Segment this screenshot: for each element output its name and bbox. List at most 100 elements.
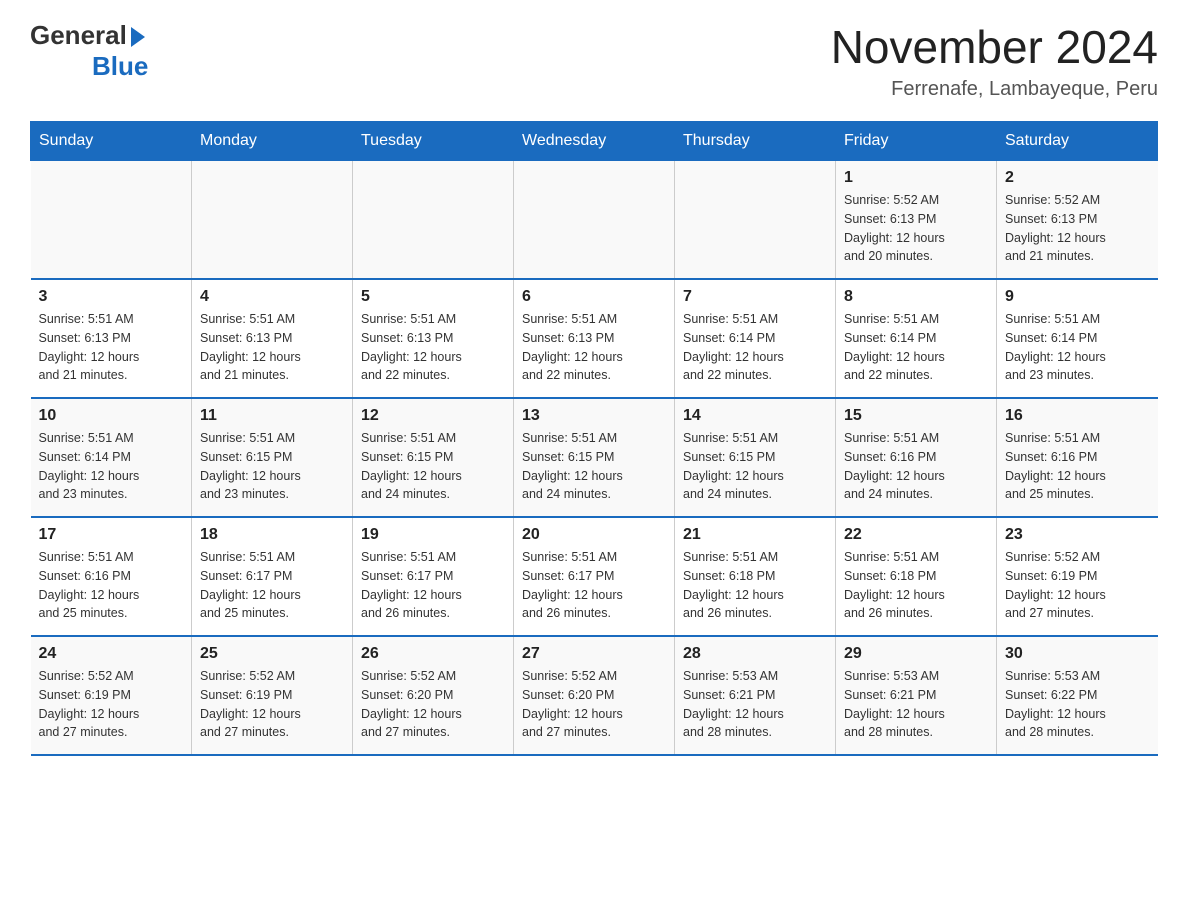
calendar-cell: 11 Sunrise: 5:51 AM Sunset: 6:15 PM Dayli… [192,398,353,517]
calendar-cell: 1 Sunrise: 5:52 AM Sunset: 6:13 PM Daylig… [836,161,997,280]
calendar-cell [192,161,353,280]
day-info: Sunrise: 5:51 AM Sunset: 6:13 PM Dayligh… [39,310,184,385]
day-info: Sunrise: 5:52 AM Sunset: 6:19 PM Dayligh… [1005,548,1150,623]
calendar-table: SundayMondayTuesdayWednesdayThursdayFrid… [30,121,1158,756]
calendar-cell: 7 Sunrise: 5:51 AM Sunset: 6:14 PM Daylig… [675,279,836,398]
day-number: 29 [844,645,988,663]
calendar-header-row: SundayMondayTuesdayWednesdayThursdayFrid… [31,122,1158,161]
day-number: 30 [1005,645,1150,663]
day-number: 15 [844,407,988,425]
calendar-cell: 28 Sunrise: 5:53 AM Sunset: 6:21 PM Dayli… [675,636,836,755]
day-number: 25 [200,645,344,663]
day-info: Sunrise: 5:51 AM Sunset: 6:17 PM Dayligh… [200,548,344,623]
calendar-cell [514,161,675,280]
calendar-cell: 5 Sunrise: 5:51 AM Sunset: 6:13 PM Daylig… [353,279,514,398]
day-of-week-header: Saturday [997,122,1158,161]
day-of-week-header: Thursday [675,122,836,161]
calendar-cell: 22 Sunrise: 5:51 AM Sunset: 6:18 PM Dayli… [836,517,997,636]
day-info: Sunrise: 5:52 AM Sunset: 6:20 PM Dayligh… [522,667,666,742]
logo-blue-text: Blue [92,51,148,82]
day-info: Sunrise: 5:51 AM Sunset: 6:14 PM Dayligh… [39,429,184,504]
day-info: Sunrise: 5:51 AM Sunset: 6:18 PM Dayligh… [844,548,988,623]
calendar-cell: 12Sunrise: 5:51 AM Sunset: 6:15 PM Dayli… [353,398,514,517]
day-number: 12 [361,407,505,425]
day-info: Sunrise: 5:51 AM Sunset: 6:14 PM Dayligh… [683,310,827,385]
calendar-subtitle: Ferrenafe, Lambayeque, Peru [831,78,1158,101]
day-number: 14 [683,407,827,425]
calendar-cell: 27 Sunrise: 5:52 AM Sunset: 6:20 PM Dayli… [514,636,675,755]
day-number: 6 [522,288,666,306]
day-number: 23 [1005,526,1150,544]
day-number: 20 [522,526,666,544]
day-info: Sunrise: 5:51 AM Sunset: 6:18 PM Dayligh… [683,548,827,623]
day-of-week-header: Wednesday [514,122,675,161]
day-info: Sunrise: 5:53 AM Sunset: 6:21 PM Dayligh… [844,667,988,742]
calendar-week-row: 3 Sunrise: 5:51 AM Sunset: 6:13 PM Daylig… [31,279,1158,398]
day-info: Sunrise: 5:51 AM Sunset: 6:13 PM Dayligh… [522,310,666,385]
day-info: Sunrise: 5:51 AM Sunset: 6:13 PM Dayligh… [361,310,505,385]
calendar-cell: 10 Sunrise: 5:51 AM Sunset: 6:14 PM Dayli… [31,398,192,517]
calendar-cell: 2Sunrise: 5:52 AM Sunset: 6:13 PM Daylig… [997,161,1158,280]
calendar-cell: 23 Sunrise: 5:52 AM Sunset: 6:19 PM Dayli… [997,517,1158,636]
calendar-cell [675,161,836,280]
day-number: 28 [683,645,827,663]
calendar-cell: 16 Sunrise: 5:51 AM Sunset: 6:16 PM Dayli… [997,398,1158,517]
day-info: Sunrise: 5:52 AM Sunset: 6:13 PM Dayligh… [844,191,988,266]
day-info: Sunrise: 5:52 AM Sunset: 6:19 PM Dayligh… [200,667,344,742]
day-number: 26 [361,645,505,663]
calendar-cell: 14Sunrise: 5:51 AM Sunset: 6:15 PM Dayli… [675,398,836,517]
calendar-week-row: 1 Sunrise: 5:52 AM Sunset: 6:13 PM Daylig… [31,161,1158,280]
day-info: Sunrise: 5:51 AM Sunset: 6:14 PM Dayligh… [844,310,988,385]
calendar-cell: 19Sunrise: 5:51 AM Sunset: 6:17 PM Dayli… [353,517,514,636]
day-info: Sunrise: 5:53 AM Sunset: 6:22 PM Dayligh… [1005,667,1150,742]
calendar-cell: 29 Sunrise: 5:53 AM Sunset: 6:21 PM Dayli… [836,636,997,755]
day-number: 18 [200,526,344,544]
calendar-title: November 2024 [831,20,1158,74]
calendar-week-row: 17Sunrise: 5:51 AM Sunset: 6:16 PM Dayli… [31,517,1158,636]
title-area: November 2024 Ferrenafe, Lambayeque, Per… [831,20,1158,101]
day-info: Sunrise: 5:53 AM Sunset: 6:21 PM Dayligh… [683,667,827,742]
calendar-cell: 8 Sunrise: 5:51 AM Sunset: 6:14 PM Daylig… [836,279,997,398]
calendar-cell: 3 Sunrise: 5:51 AM Sunset: 6:13 PM Daylig… [31,279,192,398]
calendar-cell: 13Sunrise: 5:51 AM Sunset: 6:15 PM Dayli… [514,398,675,517]
day-number: 27 [522,645,666,663]
day-number: 5 [361,288,505,306]
calendar-cell [353,161,514,280]
day-number: 1 [844,169,988,187]
logo: General Blue [30,20,148,82]
day-info: Sunrise: 5:52 AM Sunset: 6:13 PM Dayligh… [1005,191,1150,266]
logo-general-text: General [30,20,127,51]
day-info: Sunrise: 5:51 AM Sunset: 6:15 PM Dayligh… [200,429,344,504]
day-number: 11 [200,407,344,425]
day-of-week-header: Friday [836,122,997,161]
day-number: 8 [844,288,988,306]
day-of-week-header: Tuesday [353,122,514,161]
day-number: 24 [39,645,184,663]
calendar-cell: 4 Sunrise: 5:51 AM Sunset: 6:13 PM Daylig… [192,279,353,398]
calendar-cell: 20 Sunrise: 5:51 AM Sunset: 6:17 PM Dayli… [514,517,675,636]
day-info: Sunrise: 5:51 AM Sunset: 6:16 PM Dayligh… [844,429,988,504]
day-number: 22 [844,526,988,544]
calendar-week-row: 24 Sunrise: 5:52 AM Sunset: 6:19 PM Dayli… [31,636,1158,755]
day-number: 4 [200,288,344,306]
day-info: Sunrise: 5:51 AM Sunset: 6:13 PM Dayligh… [200,310,344,385]
calendar-cell: 17Sunrise: 5:51 AM Sunset: 6:16 PM Dayli… [31,517,192,636]
day-number: 10 [39,407,184,425]
calendar-cell: 9 Sunrise: 5:51 AM Sunset: 6:14 PM Daylig… [997,279,1158,398]
day-info: Sunrise: 5:51 AM Sunset: 6:14 PM Dayligh… [1005,310,1150,385]
day-info: Sunrise: 5:52 AM Sunset: 6:19 PM Dayligh… [39,667,184,742]
day-number: 16 [1005,407,1150,425]
day-number: 21 [683,526,827,544]
day-number: 7 [683,288,827,306]
calendar-week-row: 10 Sunrise: 5:51 AM Sunset: 6:14 PM Dayli… [31,398,1158,517]
calendar-cell: 24 Sunrise: 5:52 AM Sunset: 6:19 PM Dayli… [31,636,192,755]
day-info: Sunrise: 5:52 AM Sunset: 6:20 PM Dayligh… [361,667,505,742]
logo-arrow-icon [131,27,145,47]
day-of-week-header: Monday [192,122,353,161]
calendar-cell: 26 Sunrise: 5:52 AM Sunset: 6:20 PM Dayli… [353,636,514,755]
day-info: Sunrise: 5:51 AM Sunset: 6:16 PM Dayligh… [1005,429,1150,504]
day-info: Sunrise: 5:51 AM Sunset: 6:17 PM Dayligh… [522,548,666,623]
day-number: 9 [1005,288,1150,306]
day-number: 3 [39,288,184,306]
day-info: Sunrise: 5:51 AM Sunset: 6:15 PM Dayligh… [522,429,666,504]
